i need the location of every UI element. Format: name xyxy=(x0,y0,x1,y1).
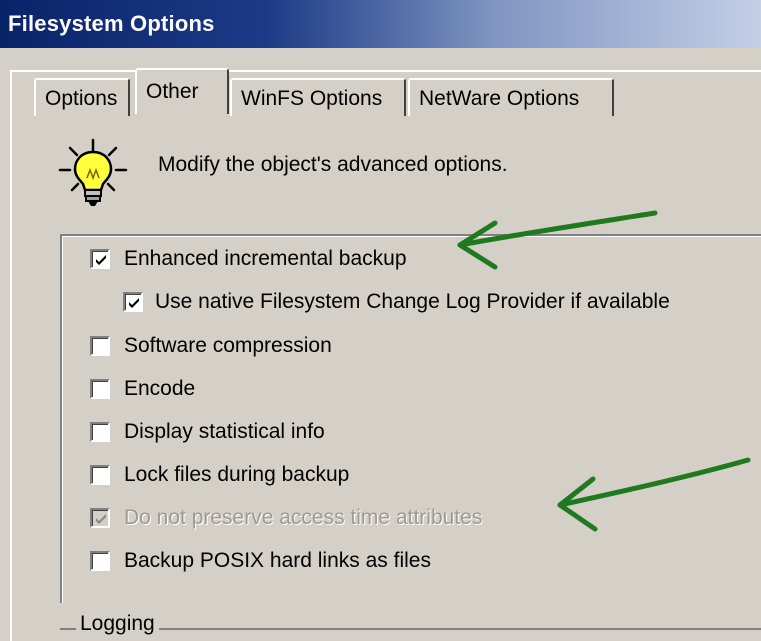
tab-options-label: Options xyxy=(45,87,118,110)
display-statistical-info-checkbox[interactable] xyxy=(90,422,110,442)
software-compression-label: Software compression xyxy=(124,334,332,357)
lock-files-during-backup-label: Lock files during backup xyxy=(124,463,350,486)
option-backup-posix-hard-links[interactable]: Backup POSIX hard links as files xyxy=(90,548,431,574)
logging-group-border xyxy=(60,628,761,630)
enhanced-incremental-backup-label: Enhanced incremental backup xyxy=(124,247,407,270)
header-description: Modify the object's advanced options. xyxy=(158,153,508,176)
encode-label: Encode xyxy=(124,377,196,400)
lightbulb-icon xyxy=(58,138,128,210)
native-fcl-provider-label: Use native Filesystem Change Log Provide… xyxy=(155,290,670,313)
checkmark-icon xyxy=(96,255,106,265)
option-encode[interactable]: Encode xyxy=(90,376,195,402)
annotation-arrow-icon xyxy=(557,457,751,532)
tab-options[interactable]: Options xyxy=(34,78,130,116)
tab-winfs-options[interactable]: WinFS Options xyxy=(230,78,406,116)
option-native-fcl-provider[interactable]: Use native Filesystem Change Log Provide… xyxy=(123,289,670,315)
logging-group-label: Logging xyxy=(76,612,159,636)
software-compression-checkbox[interactable] xyxy=(90,336,110,356)
lock-files-during-backup-checkbox[interactable] xyxy=(90,465,110,485)
checkmark-icon xyxy=(129,298,139,308)
window-title: Filesystem Options xyxy=(8,11,215,36)
filesystem-options-window: Filesystem Options Options Other WinFS O… xyxy=(0,0,761,641)
encode-checkbox[interactable] xyxy=(90,379,110,399)
option-enhanced-incremental-backup[interactable]: Enhanced incremental backup xyxy=(90,246,407,272)
tab-other[interactable]: Other xyxy=(135,68,229,114)
option-software-compression[interactable]: Software compression xyxy=(90,333,332,359)
native-fcl-provider-checkbox[interactable] xyxy=(123,292,143,312)
title-bar[interactable]: Filesystem Options xyxy=(0,0,761,48)
tab-other-label: Other xyxy=(146,80,199,103)
do-not-preserve-access-time-checkbox xyxy=(90,508,110,528)
backup-posix-hard-links-checkbox[interactable] xyxy=(90,551,110,571)
annotation-arrow-icon xyxy=(457,210,658,270)
option-lock-files-during-backup[interactable]: Lock files during backup xyxy=(90,462,349,488)
backup-posix-hard-links-label: Backup POSIX hard links as files xyxy=(124,549,431,572)
tab-netware-options-label: NetWare Options xyxy=(419,87,580,110)
do-not-preserve-access-time-label: Do not preserve access time attributes xyxy=(124,506,483,529)
option-display-statistical-info[interactable]: Display statistical info xyxy=(90,419,325,445)
enhanced-incremental-backup-checkbox[interactable] xyxy=(90,249,110,269)
display-statistical-info-label: Display statistical info xyxy=(124,420,325,443)
tab-netware-options[interactable]: NetWare Options xyxy=(408,78,614,116)
option-do-not-preserve-access-time: Do not preserve access time attributes xyxy=(90,505,482,531)
checkmark-icon xyxy=(96,514,106,524)
tab-winfs-options-label: WinFS Options xyxy=(241,87,383,110)
